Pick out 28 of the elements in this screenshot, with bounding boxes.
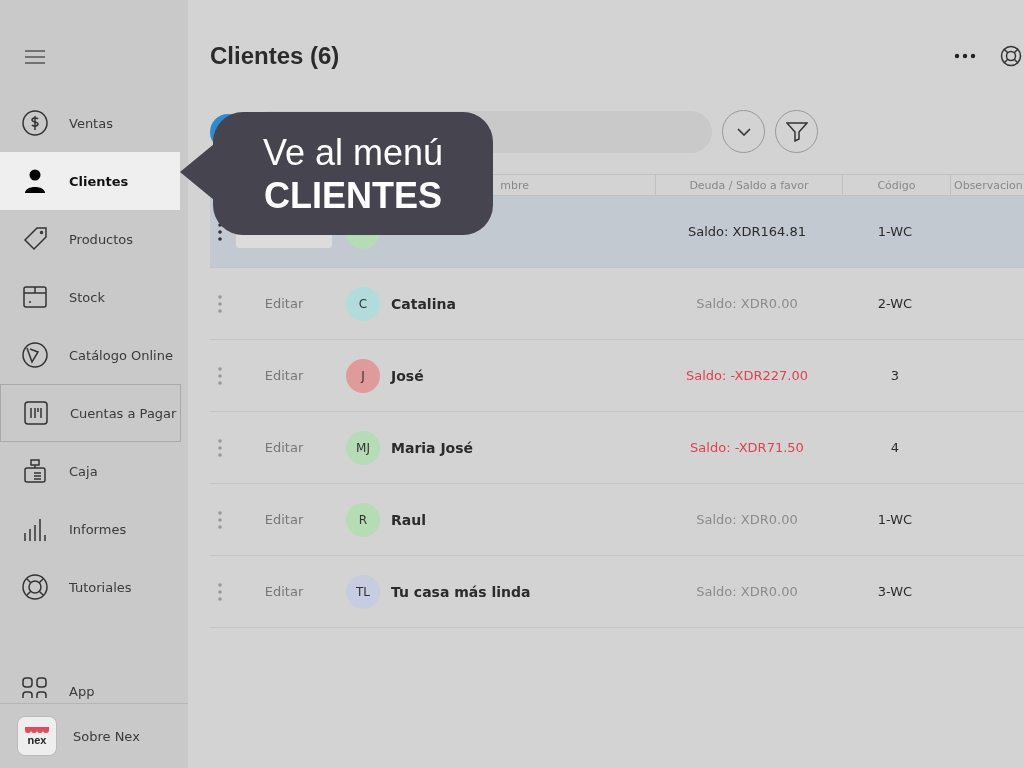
code-cell-text: 1-WC: [876, 512, 914, 527]
avatar: J: [346, 358, 380, 393]
avatar: R: [346, 502, 380, 537]
avatar: TL: [346, 574, 380, 609]
avatar: MJ: [346, 430, 380, 465]
client-name: Raul: [391, 511, 427, 528]
client-name: Maria José: [391, 439, 475, 456]
balance-cell-text: Saldo: XDR164.81: [687, 224, 807, 239]
avatar: C: [346, 286, 380, 321]
callout-text: Ve al menú: [262, 130, 444, 174]
logo: nex: [17, 716, 57, 756]
balance-cell-text: Saldo: -XDR71.50: [689, 440, 805, 455]
client-name: Tu casa más linda: [391, 583, 532, 600]
client-name: José: [391, 367, 425, 384]
balance-cell-text: Saldo: XDR0.00: [695, 584, 799, 599]
client-name: Catalina: [391, 295, 457, 312]
page-title: Clientes (6): [210, 42, 340, 70]
balance-cell-text: Saldo: XDR0.00: [695, 512, 799, 527]
code-cell-text: 3-WC: [876, 584, 914, 599]
column-header: Deuda / Saldo a favor: [655, 175, 842, 195]
balance-cell-text: Saldo: -XDR227.00: [685, 368, 809, 383]
column-header: Observacion: [950, 175, 1024, 195]
balance-cell-text: Saldo: XDR0.00: [695, 296, 799, 311]
column-header: Código: [842, 175, 950, 195]
code-cell-text: 2-WC: [876, 296, 914, 311]
code-cell-text: 1-WC: [876, 224, 914, 239]
code-cell-text: 4: [889, 440, 901, 455]
code-cell-text: 3: [889, 368, 901, 383]
